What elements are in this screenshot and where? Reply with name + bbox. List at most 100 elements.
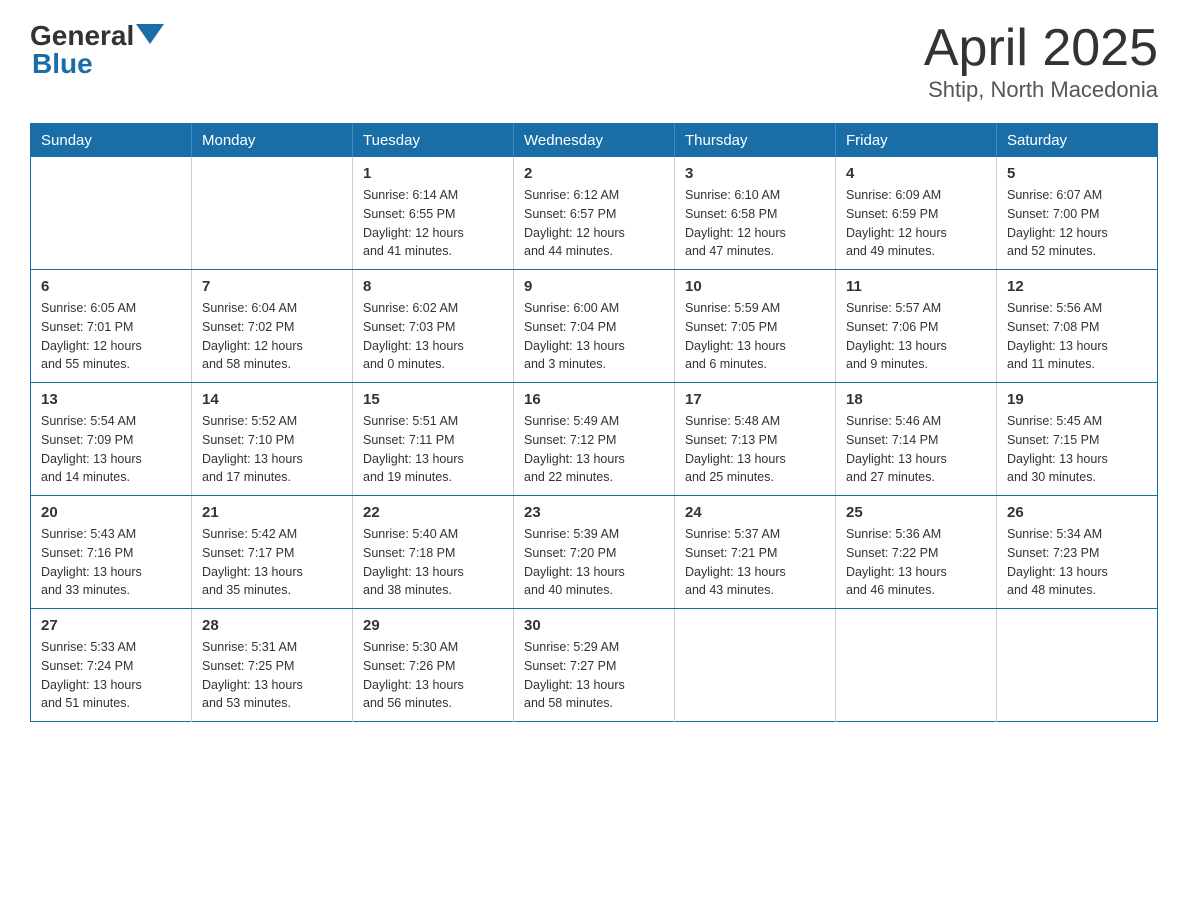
title-area: April 2025 Shtip, North Macedonia xyxy=(924,20,1158,103)
day-number: 18 xyxy=(846,391,986,408)
calendar-header-row: SundayMondayTuesdayWednesdayThursdayFrid… xyxy=(31,124,1158,158)
day-info: Sunrise: 5:43 AMSunset: 7:16 PMDaylight:… xyxy=(41,525,181,600)
calendar-cell: 12 Sunrise: 5:56 AMSunset: 7:08 PMDayligh… xyxy=(997,270,1158,383)
day-number: 26 xyxy=(1007,504,1147,521)
day-info: Sunrise: 6:04 AMSunset: 7:02 PMDaylight:… xyxy=(202,299,342,374)
logo-blue-text: Blue xyxy=(32,48,164,80)
calendar-cell xyxy=(31,157,192,270)
weekday-header-thursday: Thursday xyxy=(675,124,836,158)
calendar-cell: 3 Sunrise: 6:10 AMSunset: 6:58 PMDaylight… xyxy=(675,157,836,270)
day-number: 7 xyxy=(202,278,342,295)
calendar-cell: 5 Sunrise: 6:07 AMSunset: 7:00 PMDaylight… xyxy=(997,157,1158,270)
weekday-header-tuesday: Tuesday xyxy=(353,124,514,158)
day-info: Sunrise: 5:45 AMSunset: 7:15 PMDaylight:… xyxy=(1007,412,1147,487)
calendar-cell: 23 Sunrise: 5:39 AMSunset: 7:20 PMDayligh… xyxy=(514,496,675,609)
day-number: 30 xyxy=(524,617,664,634)
day-info: Sunrise: 5:56 AMSunset: 7:08 PMDaylight:… xyxy=(1007,299,1147,374)
day-number: 11 xyxy=(846,278,986,295)
calendar-week-1: 1 Sunrise: 6:14 AMSunset: 6:55 PMDaylight… xyxy=(31,157,1158,270)
calendar-cell xyxy=(836,609,997,722)
day-info: Sunrise: 5:36 AMSunset: 7:22 PMDaylight:… xyxy=(846,525,986,600)
day-info: Sunrise: 6:09 AMSunset: 6:59 PMDaylight:… xyxy=(846,186,986,261)
calendar-cell: 13Sunrise: 5:54 AMSunset: 7:09 PMDayligh… xyxy=(31,383,192,496)
calendar-cell: 28 Sunrise: 5:31 AMSunset: 7:25 PMDayligh… xyxy=(192,609,353,722)
weekday-header-sunday: Sunday xyxy=(31,124,192,158)
logo: General Blue xyxy=(30,20,164,80)
calendar-cell: 1 Sunrise: 6:14 AMSunset: 6:55 PMDaylight… xyxy=(353,157,514,270)
calendar-cell: 20Sunrise: 5:43 AMSunset: 7:16 PMDayligh… xyxy=(31,496,192,609)
calendar-cell: 10 Sunrise: 5:59 AMSunset: 7:05 PMDayligh… xyxy=(675,270,836,383)
day-number: 12 xyxy=(1007,278,1147,295)
calendar-cell: 17Sunrise: 5:48 AMSunset: 7:13 PMDayligh… xyxy=(675,383,836,496)
day-number: 8 xyxy=(363,278,503,295)
day-number: 9 xyxy=(524,278,664,295)
day-info: Sunrise: 6:07 AMSunset: 7:00 PMDaylight:… xyxy=(1007,186,1147,261)
calendar-cell: 11 Sunrise: 5:57 AMSunset: 7:06 PMDayligh… xyxy=(836,270,997,383)
calendar-week-5: 27 Sunrise: 5:33 AMSunset: 7:24 PMDayligh… xyxy=(31,609,1158,722)
weekday-header-wednesday: Wednesday xyxy=(514,124,675,158)
day-info: Sunrise: 5:33 AMSunset: 7:24 PMDaylight:… xyxy=(41,638,181,713)
calendar-cell: 29Sunrise: 5:30 AMSunset: 7:26 PMDayligh… xyxy=(353,609,514,722)
calendar-week-2: 6Sunrise: 6:05 AMSunset: 7:01 PMDaylight… xyxy=(31,270,1158,383)
day-number: 27 xyxy=(41,617,181,634)
day-number: 2 xyxy=(524,165,664,182)
day-info: Sunrise: 5:51 AMSunset: 7:11 PMDaylight:… xyxy=(363,412,503,487)
day-number: 10 xyxy=(685,278,825,295)
day-info: Sunrise: 6:02 AMSunset: 7:03 PMDaylight:… xyxy=(363,299,503,374)
calendar-cell: 26 Sunrise: 5:34 AMSunset: 7:23 PMDayligh… xyxy=(997,496,1158,609)
calendar-cell: 15 Sunrise: 5:51 AMSunset: 7:11 PMDayligh… xyxy=(353,383,514,496)
day-number: 5 xyxy=(1007,165,1147,182)
day-number: 22 xyxy=(363,504,503,521)
calendar-cell: 27 Sunrise: 5:33 AMSunset: 7:24 PMDayligh… xyxy=(31,609,192,722)
day-number: 16 xyxy=(524,391,664,408)
calendar-title: April 2025 xyxy=(924,20,1158,77)
day-info: Sunrise: 5:39 AMSunset: 7:20 PMDaylight:… xyxy=(524,525,664,600)
calendar-subtitle: Shtip, North Macedonia xyxy=(924,77,1158,103)
calendar-cell: 25Sunrise: 5:36 AMSunset: 7:22 PMDayligh… xyxy=(836,496,997,609)
day-info: Sunrise: 5:34 AMSunset: 7:23 PMDaylight:… xyxy=(1007,525,1147,600)
day-info: Sunrise: 5:31 AMSunset: 7:25 PMDaylight:… xyxy=(202,638,342,713)
day-info: Sunrise: 5:37 AMSunset: 7:21 PMDaylight:… xyxy=(685,525,825,600)
day-info: Sunrise: 5:42 AMSunset: 7:17 PMDaylight:… xyxy=(202,525,342,600)
day-info: Sunrise: 5:40 AMSunset: 7:18 PMDaylight:… xyxy=(363,525,503,600)
logo-triangle-icon xyxy=(136,24,164,44)
day-info: Sunrise: 5:54 AMSunset: 7:09 PMDaylight:… xyxy=(41,412,181,487)
day-number: 15 xyxy=(363,391,503,408)
day-number: 1 xyxy=(363,165,503,182)
calendar-cell: 19 Sunrise: 5:45 AMSunset: 7:15 PMDayligh… xyxy=(997,383,1158,496)
calendar-week-3: 13Sunrise: 5:54 AMSunset: 7:09 PMDayligh… xyxy=(31,383,1158,496)
calendar-cell: 18 Sunrise: 5:46 AMSunset: 7:14 PMDayligh… xyxy=(836,383,997,496)
calendar-cell xyxy=(675,609,836,722)
day-info: Sunrise: 6:00 AMSunset: 7:04 PMDaylight:… xyxy=(524,299,664,374)
calendar-cell: 24 Sunrise: 5:37 AMSunset: 7:21 PMDayligh… xyxy=(675,496,836,609)
calendar-cell: 6Sunrise: 6:05 AMSunset: 7:01 PMDaylight… xyxy=(31,270,192,383)
day-info: Sunrise: 6:10 AMSunset: 6:58 PMDaylight:… xyxy=(685,186,825,261)
page-header: General Blue April 2025 Shtip, North Mac… xyxy=(30,20,1158,103)
day-info: Sunrise: 5:49 AMSunset: 7:12 PMDaylight:… xyxy=(524,412,664,487)
calendar-cell xyxy=(997,609,1158,722)
day-number: 3 xyxy=(685,165,825,182)
day-number: 17 xyxy=(685,391,825,408)
day-number: 14 xyxy=(202,391,342,408)
calendar-cell: 9 Sunrise: 6:00 AMSunset: 7:04 PMDaylight… xyxy=(514,270,675,383)
day-number: 19 xyxy=(1007,391,1147,408)
day-info: Sunrise: 5:57 AMSunset: 7:06 PMDaylight:… xyxy=(846,299,986,374)
calendar-cell xyxy=(192,157,353,270)
calendar-cell: 2Sunrise: 6:12 AMSunset: 6:57 PMDaylight… xyxy=(514,157,675,270)
calendar-cell: 7 Sunrise: 6:04 AMSunset: 7:02 PMDaylight… xyxy=(192,270,353,383)
day-info: Sunrise: 5:52 AMSunset: 7:10 PMDaylight:… xyxy=(202,412,342,487)
day-info: Sunrise: 6:14 AMSunset: 6:55 PMDaylight:… xyxy=(363,186,503,261)
day-info: Sunrise: 5:46 AMSunset: 7:14 PMDaylight:… xyxy=(846,412,986,487)
calendar-cell: 4 Sunrise: 6:09 AMSunset: 6:59 PMDaylight… xyxy=(836,157,997,270)
day-number: 4 xyxy=(846,165,986,182)
calendar-cell: 14 Sunrise: 5:52 AMSunset: 7:10 PMDayligh… xyxy=(192,383,353,496)
weekday-header-monday: Monday xyxy=(192,124,353,158)
day-number: 23 xyxy=(524,504,664,521)
day-number: 28 xyxy=(202,617,342,634)
day-info: Sunrise: 5:59 AMSunset: 7:05 PMDaylight:… xyxy=(685,299,825,374)
calendar-table: SundayMondayTuesdayWednesdayThursdayFrid… xyxy=(30,123,1158,722)
day-number: 24 xyxy=(685,504,825,521)
day-info: Sunrise: 5:30 AMSunset: 7:26 PMDaylight:… xyxy=(363,638,503,713)
calendar-cell: 22 Sunrise: 5:40 AMSunset: 7:18 PMDayligh… xyxy=(353,496,514,609)
calendar-week-4: 20Sunrise: 5:43 AMSunset: 7:16 PMDayligh… xyxy=(31,496,1158,609)
